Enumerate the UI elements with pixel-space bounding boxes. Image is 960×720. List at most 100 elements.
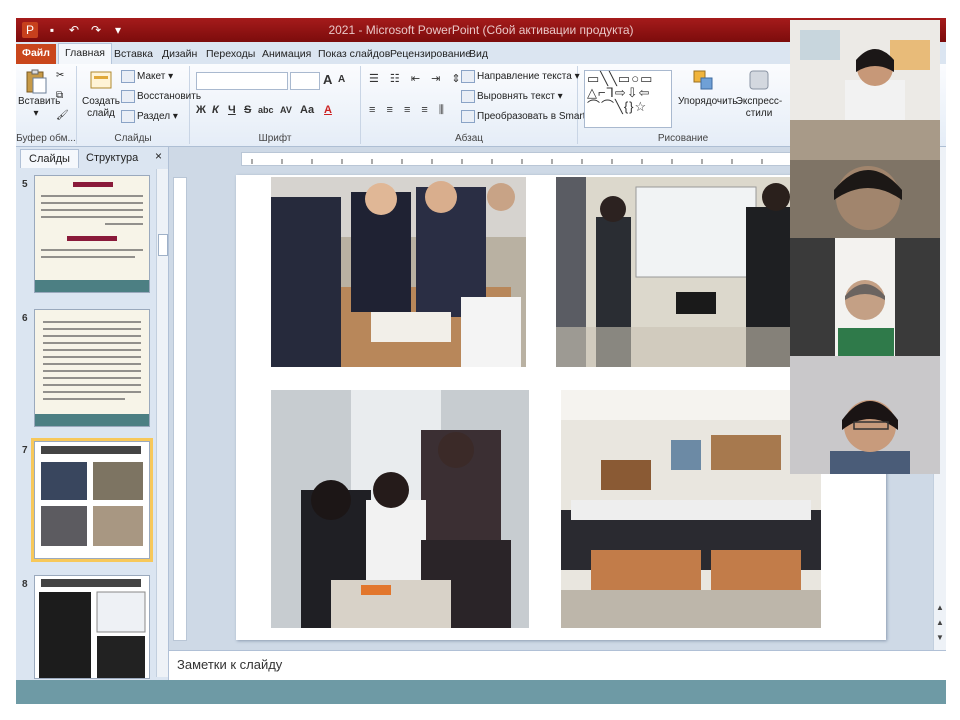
slides-group-label: Слайды bbox=[114, 133, 152, 144]
align-buttons-icon[interactable]: ≡ ≡ ≡ ≡ ⫼ bbox=[369, 104, 448, 117]
italic-button[interactable]: К bbox=[212, 104, 219, 116]
video-participant-4[interactable] bbox=[790, 356, 940, 474]
bottom-bar bbox=[16, 680, 946, 704]
shrink-font-button[interactable]: A bbox=[338, 74, 345, 85]
video-participant-2[interactable] bbox=[790, 120, 940, 238]
svg-text:▼: ▼ bbox=[936, 633, 944, 642]
layout-button[interactable]: Макет ▾ bbox=[121, 70, 173, 83]
arrange-label: Упорядочить bbox=[678, 96, 738, 107]
align-text-label: Выровнять текст bbox=[477, 91, 555, 103]
photo-2-image bbox=[556, 177, 796, 367]
vertical-ruler bbox=[173, 177, 187, 641]
video-participant-3[interactable] bbox=[790, 238, 940, 356]
shapes-gallery[interactable]: ▭╲╲▭○▭ △⌐⅂⇨⇩⇦ ⌒⌒╲{}☆ bbox=[584, 70, 672, 128]
close-icon[interactable]: × bbox=[155, 149, 162, 163]
layout-icon bbox=[121, 70, 135, 83]
slide-number: 7 bbox=[22, 445, 28, 456]
slide-thumbnail-8[interactable] bbox=[34, 575, 150, 679]
tab-insert[interactable]: Вставка bbox=[108, 45, 159, 64]
group-drawing: ▭╲╲▭○▭ △⌐⅂⇨⇩⇦ ⌒⌒╲{}☆ Упорядочить Экспрес… bbox=[578, 66, 788, 144]
section-icon bbox=[121, 110, 135, 123]
text-direction-icon bbox=[461, 70, 475, 83]
slide-5-content-icon bbox=[35, 176, 149, 292]
tab-home[interactable]: Главная bbox=[58, 43, 112, 65]
slide-thumbnails: 5 6 7 8 bbox=[16, 169, 156, 679]
svg-text:▲: ▲ bbox=[936, 603, 944, 612]
char-spacing-button[interactable]: AV bbox=[280, 105, 292, 115]
tab-file[interactable]: Файл bbox=[16, 44, 56, 64]
panel-scrollbar[interactable] bbox=[156, 169, 168, 677]
tab-slides[interactable]: Слайды bbox=[20, 149, 79, 168]
font-color-button[interactable]: A bbox=[324, 104, 332, 116]
participant-4-video bbox=[790, 356, 940, 474]
notes-placeholder: Заметки к слайду bbox=[177, 657, 283, 672]
notes-pane[interactable]: Заметки к слайду bbox=[169, 650, 946, 681]
tab-transitions[interactable]: Переходы bbox=[200, 45, 261, 64]
dropdown-arrow-icon: ▾ bbox=[33, 108, 39, 119]
slide-8-content-icon bbox=[35, 576, 149, 678]
font-name-combo[interactable] bbox=[196, 72, 288, 90]
arrange-icon bbox=[693, 70, 713, 90]
participant-2-video bbox=[790, 120, 940, 238]
underline-button[interactable]: Ч bbox=[228, 104, 236, 116]
clipboard-group-label: Буфер обм... bbox=[16, 133, 76, 144]
tab-animation[interactable]: Анимация bbox=[256, 45, 317, 64]
participant-3-video bbox=[790, 238, 940, 356]
section-label: Раздел bbox=[137, 111, 171, 123]
current-slide[interactable] bbox=[236, 175, 886, 640]
slide-6-content-icon bbox=[35, 310, 149, 426]
list-buttons-icon[interactable]: ☰ ☷ ⇤ ⇥ ⇕ bbox=[369, 72, 465, 85]
new-slide-icon bbox=[90, 71, 112, 89]
clipboard-icon bbox=[26, 69, 47, 94]
photo-3-image bbox=[271, 390, 529, 628]
font-group-label: Шрифт bbox=[258, 133, 292, 144]
bold-button[interactable]: Ж bbox=[196, 104, 206, 116]
photo-1-image bbox=[271, 177, 526, 367]
align-text-button[interactable]: Выровнять текст ▾ bbox=[461, 90, 563, 103]
strikethrough-button[interactable]: S bbox=[244, 104, 251, 116]
svg-text:▲: ▲ bbox=[936, 618, 944, 627]
paste-label: Вставить bbox=[18, 96, 61, 107]
copy-icon[interactable]: ⧉ bbox=[56, 90, 63, 101]
quick-styles-label: Экспресс-стили bbox=[735, 96, 783, 119]
layout-label: Макет bbox=[137, 71, 166, 83]
scroll-thumb[interactable] bbox=[158, 234, 168, 256]
paste-button[interactable]: Вставить ▾ bbox=[18, 68, 60, 120]
grow-font-button[interactable]: A bbox=[323, 72, 332, 87]
video-participant-1[interactable] bbox=[790, 20, 940, 120]
slide-thumbnail-5[interactable] bbox=[34, 175, 150, 293]
new-slide-button[interactable]: Создать слайд bbox=[81, 68, 121, 120]
photo-group-work[interactable] bbox=[271, 390, 529, 628]
photo-teacher-board[interactable] bbox=[556, 177, 796, 367]
group-font: A A Ж К Ч S abc AV Aa A Шрифт bbox=[190, 66, 361, 144]
reset-icon bbox=[121, 90, 135, 103]
slide-thumbnail-6[interactable] bbox=[34, 309, 150, 427]
section-button[interactable]: Раздел ▾ bbox=[121, 110, 178, 123]
smartart-icon bbox=[461, 110, 475, 123]
slide-number: 5 bbox=[22, 179, 28, 190]
font-size-combo[interactable] bbox=[290, 72, 320, 90]
change-case-button[interactable]: Aa bbox=[300, 104, 314, 116]
tab-design[interactable]: Дизайн bbox=[156, 45, 203, 64]
photo-students-table[interactable] bbox=[271, 177, 526, 367]
tab-view[interactable]: Вид bbox=[463, 45, 494, 64]
slide-number: 8 bbox=[22, 579, 28, 590]
slides-panel: Слайды Структура × 5 6 7 8 bbox=[16, 147, 169, 680]
photo-classroom[interactable] bbox=[561, 390, 821, 628]
align-text-icon bbox=[461, 90, 475, 103]
quick-styles-button[interactable]: Экспресс-стили bbox=[730, 68, 788, 120]
paragraph-group-label: Абзац bbox=[454, 133, 484, 144]
slide-7-content-icon bbox=[35, 442, 149, 558]
slide-thumbnail-7[interactable] bbox=[31, 438, 153, 562]
cut-icon[interactable]: ✂ bbox=[56, 70, 64, 81]
drawing-group-label: Рисование bbox=[657, 133, 709, 144]
format-painter-icon[interactable]: 🖌 bbox=[56, 110, 69, 121]
photo-4-image bbox=[561, 390, 821, 628]
shadow-button[interactable]: abc bbox=[258, 105, 274, 115]
tab-outline[interactable]: Структура bbox=[78, 149, 146, 167]
text-direction-button[interactable]: Направление текста ▾ bbox=[461, 70, 580, 83]
group-clipboard: Вставить ▾ ✂ ⧉ 🖌 Буфер обм... bbox=[16, 66, 77, 144]
slide-number: 6 bbox=[22, 313, 28, 324]
arrange-button[interactable]: Упорядочить bbox=[678, 68, 738, 108]
participant-1-video bbox=[790, 20, 940, 120]
